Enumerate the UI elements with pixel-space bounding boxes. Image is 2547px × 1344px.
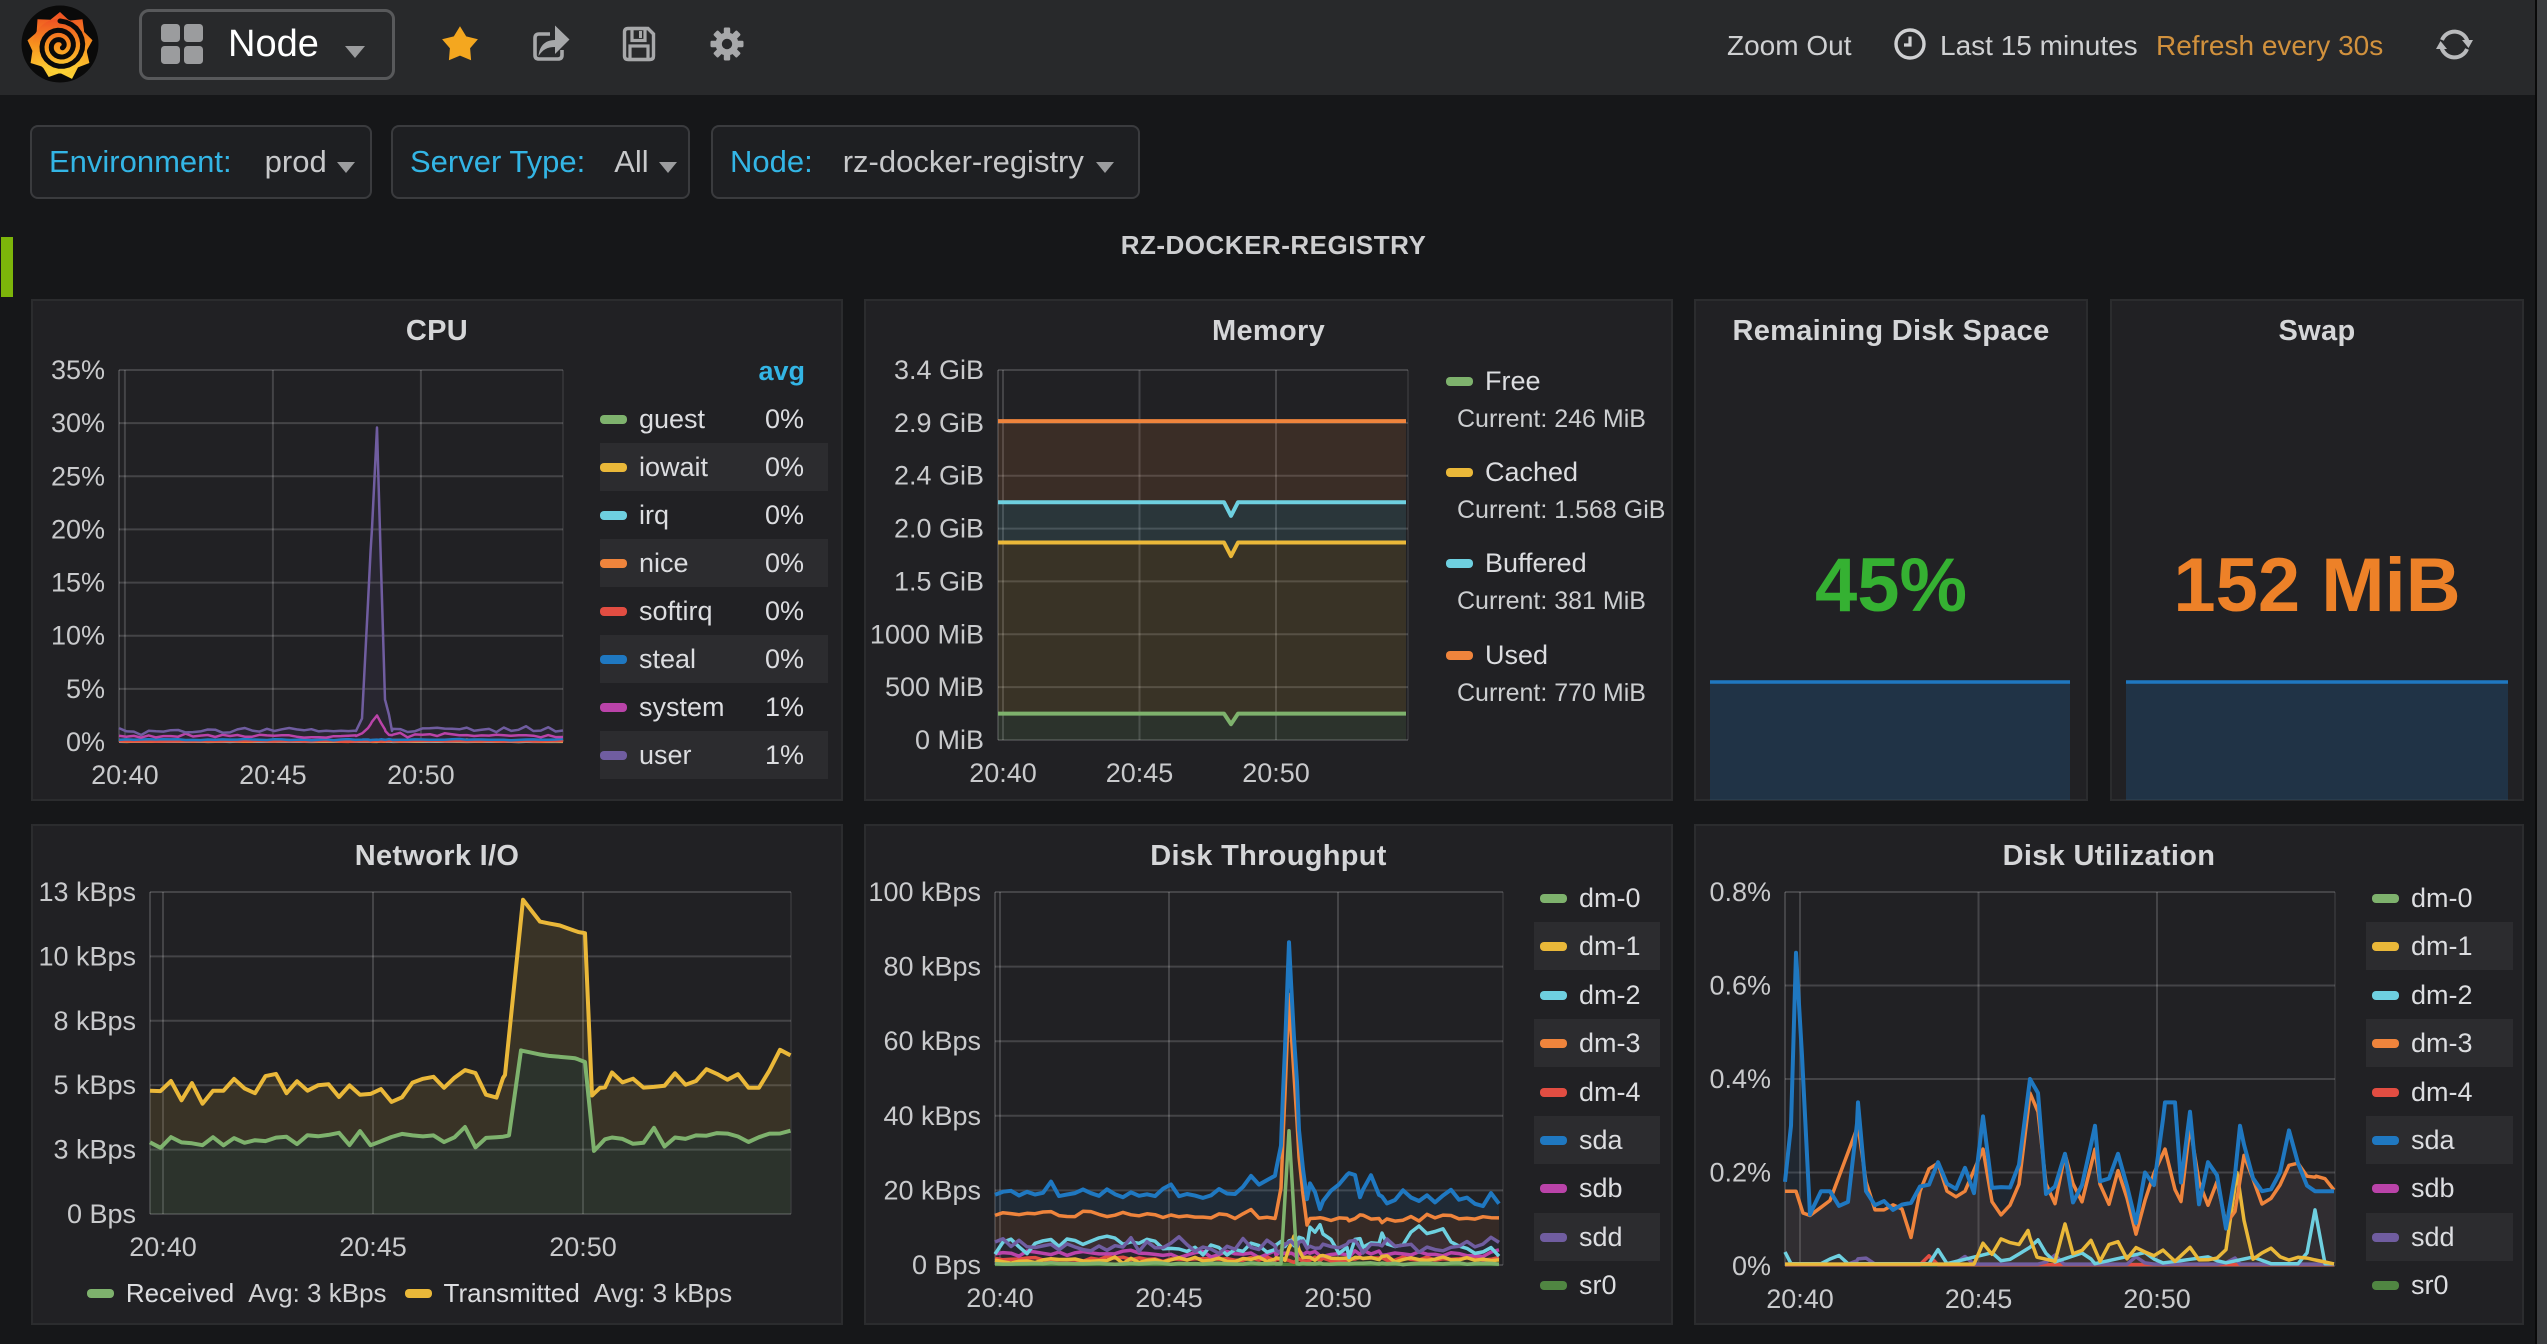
- svg-text:10%: 10%: [51, 621, 105, 651]
- svg-text:20:40: 20:40: [966, 1283, 1034, 1313]
- svg-text:0%: 0%: [1732, 1251, 1771, 1281]
- svg-text:0.2%: 0.2%: [1709, 1158, 1771, 1188]
- svg-text:20:50: 20:50: [1304, 1283, 1372, 1313]
- svg-text:3 kBps: 3 kBps: [53, 1135, 136, 1165]
- svg-text:20:50: 20:50: [549, 1232, 617, 1262]
- svg-text:500 MiB: 500 MiB: [885, 672, 984, 702]
- svg-text:40 kBps: 40 kBps: [883, 1101, 981, 1131]
- svg-text:0 MiB: 0 MiB: [915, 725, 984, 755]
- svg-text:20:50: 20:50: [387, 760, 455, 790]
- svg-text:20:40: 20:40: [91, 760, 159, 790]
- svg-text:20%: 20%: [51, 514, 105, 544]
- svg-text:3.4 GiB: 3.4 GiB: [894, 355, 984, 385]
- svg-text:20:45: 20:45: [1135, 1283, 1203, 1313]
- svg-text:0 Bps: 0 Bps: [912, 1250, 981, 1280]
- svg-text:25%: 25%: [51, 461, 105, 491]
- svg-text:5 kBps: 5 kBps: [53, 1070, 136, 1100]
- svg-text:15%: 15%: [51, 568, 105, 598]
- svg-text:20 kBps: 20 kBps: [883, 1175, 981, 1205]
- svg-text:0 Bps: 0 Bps: [67, 1199, 136, 1229]
- svg-text:20:45: 20:45: [1945, 1284, 2013, 1314]
- svg-text:5%: 5%: [66, 674, 105, 704]
- svg-text:13 kBps: 13 kBps: [38, 877, 136, 907]
- svg-text:20:50: 20:50: [2123, 1284, 2191, 1314]
- svg-text:60 kBps: 60 kBps: [883, 1026, 981, 1056]
- svg-text:20:45: 20:45: [339, 1232, 407, 1262]
- svg-text:100 kBps: 100 kBps: [868, 877, 981, 907]
- svg-text:2.9 GiB: 2.9 GiB: [894, 408, 984, 438]
- svg-text:1.5 GiB: 1.5 GiB: [894, 566, 984, 596]
- svg-text:20:45: 20:45: [1106, 758, 1174, 788]
- svg-text:20:40: 20:40: [1766, 1284, 1834, 1314]
- svg-text:30%: 30%: [51, 408, 105, 438]
- svg-text:1000 MiB: 1000 MiB: [870, 619, 984, 649]
- svg-text:0%: 0%: [66, 727, 105, 757]
- svg-text:8 kBps: 8 kBps: [53, 1006, 136, 1036]
- svg-text:2.4 GiB: 2.4 GiB: [894, 461, 984, 491]
- svg-text:20:40: 20:40: [129, 1232, 197, 1262]
- svg-text:20:50: 20:50: [1242, 758, 1310, 788]
- svg-text:0.8%: 0.8%: [1709, 877, 1771, 907]
- svg-text:20:45: 20:45: [239, 760, 307, 790]
- svg-text:20:40: 20:40: [969, 758, 1037, 788]
- svg-text:0.6%: 0.6%: [1709, 971, 1771, 1001]
- svg-text:35%: 35%: [51, 355, 105, 385]
- svg-text:2.0 GiB: 2.0 GiB: [894, 514, 984, 544]
- svg-text:10 kBps: 10 kBps: [38, 941, 136, 971]
- svg-text:0.4%: 0.4%: [1709, 1064, 1771, 1094]
- svg-text:80 kBps: 80 kBps: [883, 952, 981, 982]
